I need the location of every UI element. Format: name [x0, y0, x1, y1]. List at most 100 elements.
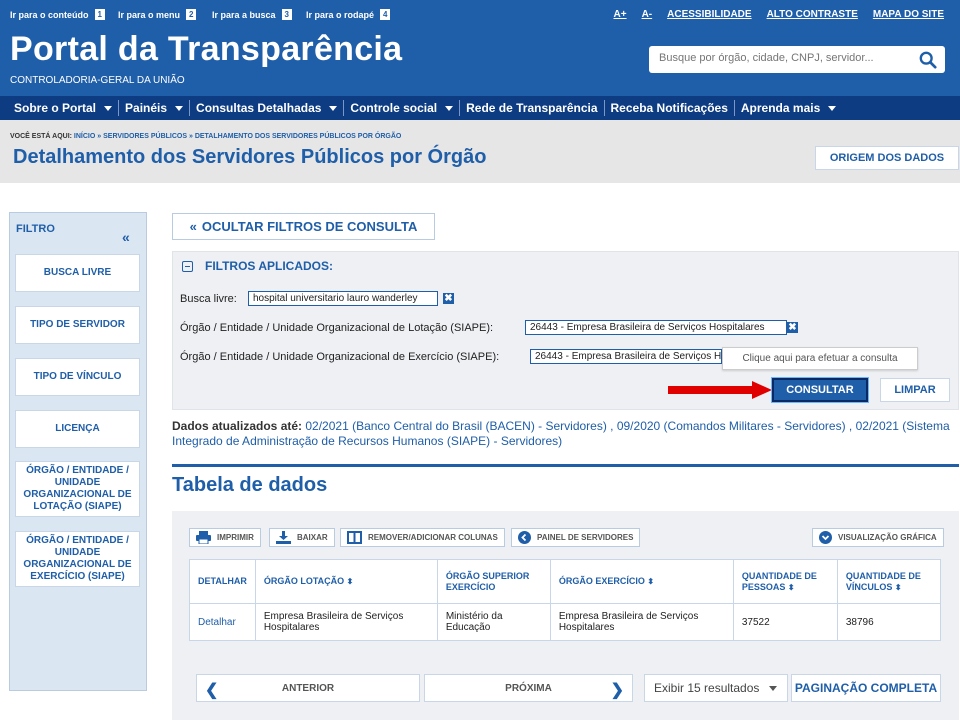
nav-item-notificacoes[interactable]: Receba Notificações: [611, 100, 735, 116]
sort-icon: ⬍: [647, 577, 655, 586]
col-header-label: ÓRGÃO SUPERIOR EXERCÍCIO: [445, 570, 530, 592]
sidebar-item-busca-livre[interactable]: BUSCA LIVRE: [15, 254, 140, 292]
results-per-page-value: Exibir 15 resultados: [654, 681, 760, 695]
table-section-title: Tabela de dados: [172, 474, 328, 496]
lotacao-label: Órgão / Entidade / Unidade Organizaciona…: [180, 322, 494, 334]
breadcrumb-separator: »: [97, 133, 102, 140]
table-cell: Empresa Brasileira de Serviços Hospitala…: [254, 603, 438, 641]
breadcrumb-separator: »: [188, 133, 193, 140]
hide-filters-button[interactable]: « OCULTAR FILTROS DE CONSULTA: [172, 213, 435, 240]
breadcrumb-item-servidores[interactable]: SERVIDORES PÚBLICOS: [103, 133, 187, 140]
sort-icon: ⬍: [894, 582, 902, 592]
limpar-button[interactable]: LIMPAR: [880, 378, 950, 402]
collapse-minus-icon: [182, 260, 193, 272]
paginacao-completa-button[interactable]: PAGINAÇÃO COMPLETA: [791, 674, 941, 702]
breadcrumb-item-current: DETALHAMENTO DOS SERVIDORES PÚBLICOS POR…: [194, 133, 402, 140]
download-icon: [276, 531, 291, 544]
col-header-label: QUANTIDADE DE VÍNCULOS: [845, 570, 921, 592]
table-cell: 38796: [836, 603, 942, 641]
anterior-button[interactable]: ❮ ANTERIOR: [196, 674, 420, 702]
nav-item-rede[interactable]: Rede de Transparência: [466, 100, 605, 116]
col-header-orgao-lotacao[interactable]: ÓRGÃO LOTAÇÃO ⬍: [254, 559, 438, 604]
breadcrumb-prefix: VOCÊ ESTÁ AQUI:: [10, 133, 72, 140]
main-nav: Sobre o Portal Painéis Consultas Detalha…: [0, 96, 960, 120]
search-box: [649, 46, 945, 73]
chevron-down-icon: [445, 105, 454, 111]
nav-item-controle-social[interactable]: Controle social: [350, 100, 461, 116]
col-header-qtd-vinculos[interactable]: QUANTIDADE DE VÍNCULOS ⬍: [836, 559, 942, 604]
skip-link-label: Ir para a busca: [212, 9, 276, 20]
skip-link-menu[interactable]: Ir para o menu 2: [118, 9, 197, 20]
accessibility-link[interactable]: ACESSIBILIDADE: [667, 9, 751, 20]
filter-chip-exercicio: 26443 - Empresa Brasileira de Serviços H…: [530, 349, 722, 364]
col-header-label: QUANTIDADE DE PESSOAS: [741, 570, 817, 592]
skip-link-footer[interactable]: Ir para o rodapé 4: [306, 9, 391, 20]
skip-link-key: 2: [186, 9, 197, 20]
filter-chip-busca: hospital universitario lauro wanderley: [248, 291, 438, 306]
sidebar-item-tipo-vinculo[interactable]: TIPO DE VÍNCULO: [15, 358, 140, 396]
circle-arrow-left-icon: [518, 531, 531, 544]
sidebar-item-orgao-lotacao[interactable]: ÓRGÃO / ENTIDADE / UNIDADE ORGANIZACIONA…: [15, 461, 140, 517]
painel-label: PAINEL DE SERVIDORES: [537, 533, 634, 542]
nav-item-aprenda[interactable]: Aprenda mais: [741, 100, 842, 116]
grafica-label: VISUALIZAÇÃO GRÁFICA: [838, 533, 937, 542]
results-per-page-select[interactable]: Exibir 15 resultados: [644, 674, 788, 702]
chevron-down-icon: [329, 105, 338, 111]
chevron-down-icon: [828, 105, 837, 111]
skip-link-label: Ir para o menu: [118, 9, 181, 20]
imprimir-button[interactable]: IMPRIMIR: [189, 528, 261, 547]
table-cell: Ministério da Educação: [436, 603, 551, 641]
col-header-orgao-exercicio[interactable]: ÓRGÃO EXERCÍCIO ⬍: [549, 559, 734, 604]
proxima-button[interactable]: PRÓXIMA ❯: [424, 674, 633, 702]
table-cell: Empresa Brasileira de Serviços Hospitala…: [549, 603, 734, 641]
applied-filters-heading[interactable]: FILTROS APLICADOS:: [182, 259, 333, 273]
nav-item-consultas[interactable]: Consultas Detalhadas: [196, 100, 345, 116]
skip-link-label: Ir para o conteúdo: [10, 9, 89, 20]
origem-dados-button[interactable]: ORIGEM DOS DADOS: [815, 146, 959, 170]
high-contrast-link[interactable]: ALTO CONTRASTE: [767, 9, 858, 20]
site-logo-title[interactable]: Portal da Transparência: [10, 30, 402, 69]
consultar-tooltip: Clique aqui para efetuar a consulta: [722, 347, 918, 370]
columns-label: REMOVER/ADICIONAR COLUNAS: [368, 533, 498, 542]
font-decrease-link[interactable]: A-: [642, 9, 653, 20]
nav-item-label: Controle social: [350, 101, 438, 115]
visualizacao-grafica-button[interactable]: VISUALIZAÇÃO GRÁFICA: [812, 528, 944, 547]
anterior-label: ANTERIOR: [281, 682, 335, 694]
skip-link-key: 4: [380, 9, 391, 20]
search-icon[interactable]: [919, 51, 937, 69]
sidebar-item-licenca[interactable]: LICENÇA: [15, 410, 140, 448]
imprimir-label: IMPRIMIR: [217, 533, 254, 542]
col-header-label: ÓRGÃO EXERCÍCIO: [558, 576, 645, 586]
page-title: Detalhamento dos Servidores Públicos por…: [13, 146, 487, 168]
circle-chevron-down-icon: [819, 531, 832, 544]
sidebar-item-tipo-servidor[interactable]: TIPO DE SERVIDOR: [15, 306, 140, 344]
hide-filters-label: OCULTAR FILTROS DE CONSULTA: [201, 219, 418, 234]
sidebar-item-orgao-exercicio[interactable]: ÓRGÃO / ENTIDADE / UNIDADE ORGANIZACIONA…: [15, 531, 140, 587]
nav-item-paineis[interactable]: Painéis: [125, 100, 191, 116]
detalhar-link[interactable]: Detalhar: [198, 617, 236, 628]
consultar-button[interactable]: CONSULTAR: [772, 378, 868, 402]
columns-button[interactable]: REMOVER/ADICIONAR COLUNAS: [340, 528, 505, 547]
nav-item-sobre[interactable]: Sobre o Portal: [14, 100, 120, 116]
breadcrumb: VOCÊ ESTÁ AQUI: INÍCIO » SERVIDORES PÚBL…: [10, 133, 401, 140]
skip-link-label: Ir para o rodapé: [306, 9, 375, 20]
search-input[interactable]: [659, 52, 909, 64]
skip-link-search[interactable]: Ir para a busca 3: [212, 9, 292, 20]
col-header-detalhar: DETALHAR: [189, 559, 256, 604]
skip-link-key: 1: [94, 9, 105, 20]
chevron-down-icon: [769, 686, 777, 691]
col-header-qtd-pessoas[interactable]: QUANTIDADE DE PESSOAS ⬍: [732, 559, 838, 604]
top-links: A+ A- ACESSIBILIDADE ALTO CONTRASTE MAPA…: [614, 9, 945, 20]
remove-filter-icon[interactable]: ✖: [443, 293, 454, 304]
font-increase-link[interactable]: A+: [614, 9, 627, 20]
col-header-orgao-superior[interactable]: ÓRGÃO SUPERIOR EXERCÍCIO: [436, 559, 551, 604]
double-chevron-left-icon[interactable]: «: [122, 229, 130, 245]
breadcrumb-item-inicio[interactable]: INÍCIO: [74, 133, 95, 140]
painel-servidores-button[interactable]: PAINEL DE SERVIDORES: [511, 528, 641, 547]
baixar-button[interactable]: BAIXAR: [269, 528, 335, 547]
data-table: DETALHAR ÓRGÃO LOTAÇÃO ⬍ ÓRGÃO SUPERIOR …: [189, 559, 942, 641]
double-chevron-left-icon: «: [189, 219, 197, 234]
sitemap-link[interactable]: MAPA DO SITE: [873, 9, 944, 20]
skip-link-content[interactable]: Ir para o conteúdo 1: [10, 9, 105, 20]
remove-filter-icon[interactable]: ✖: [787, 322, 798, 333]
